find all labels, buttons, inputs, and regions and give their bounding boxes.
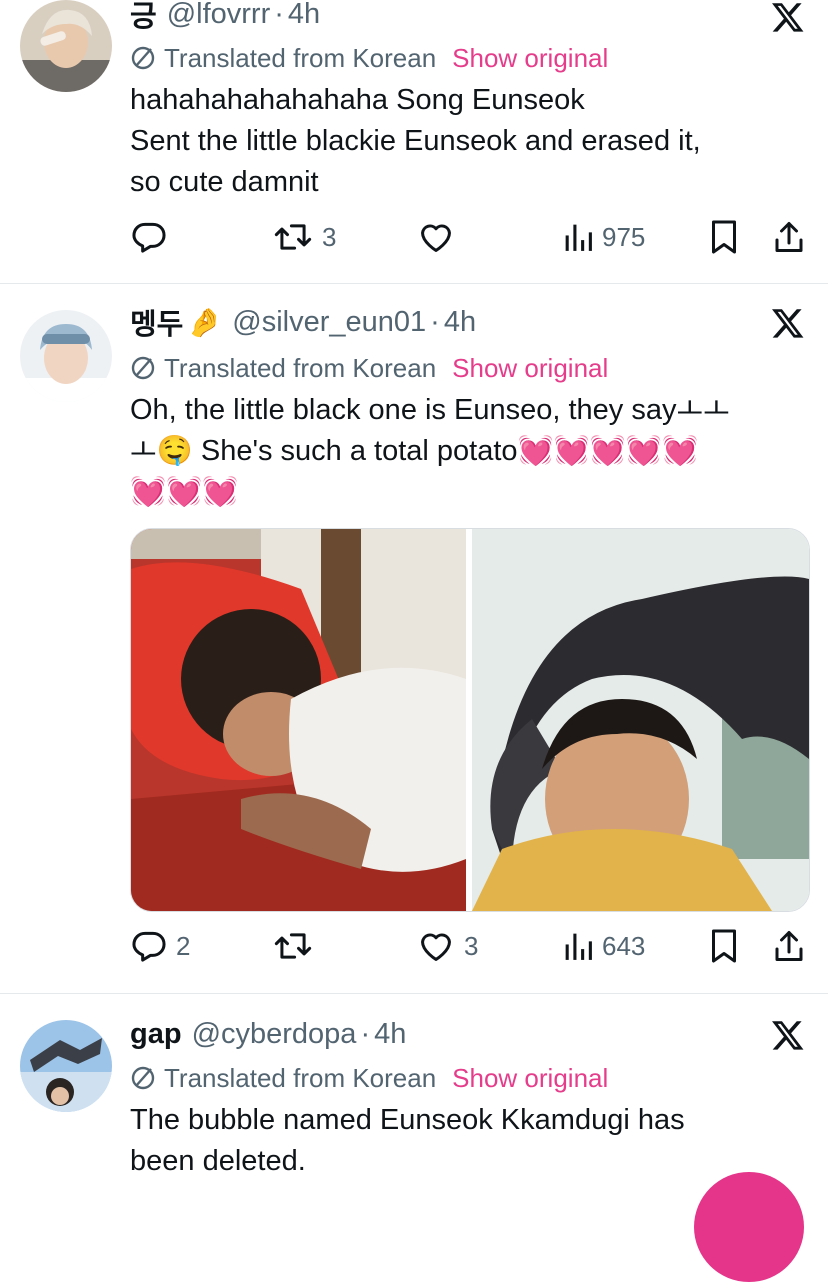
bookmark-button[interactable] [708,924,740,968]
views-button[interactable]: 643 [562,924,645,968]
tweet-text: The bubble named Eunseok Kkamdugi has be… [130,1100,800,1182]
translated-label: Translated from Korean [164,1062,437,1093]
heart-icon [421,224,451,252]
retweet-button[interactable] [272,924,322,968]
separator-dot: · [430,305,440,338]
post-time[interactable]: 4h [288,0,320,31]
avatar[interactable] [20,310,112,402]
action-bar: 2 3 643 [130,924,810,968]
separator-dot: · [360,1017,371,1050]
bookmark-icon [712,929,736,963]
user-handle[interactable]: @cyberdopa [192,1018,357,1051]
user-handle[interactable]: @lfovrrr [167,0,271,31]
child-sleeping-on-red-pillow-photo[interactable] [131,529,466,911]
like-count: 3 [464,930,479,961]
post-time[interactable]: 4h [444,306,476,339]
reply-button[interactable]: 2 [130,924,190,968]
child-in-black-sun-hat-photo[interactable] [472,529,809,911]
reply-count: 2 [176,930,191,961]
tweet-1[interactable]: 긍 @lfovrrr · 4h Translated from Korean S… [0,0,828,282]
heart-icon [421,933,451,961]
avatar[interactable] [20,1020,112,1112]
tweet-text: hahahahahahahaha Song Eunseok Sent the l… [130,80,800,203]
show-original-link[interactable]: Show original [452,43,608,74]
retweet-icon [274,933,312,959]
reply-button[interactable] [130,215,176,259]
view-count: 643 [602,930,646,961]
reply-icon [132,931,166,962]
share-icon [775,222,803,252]
tweet-text-line: The bubble named Eunseok Kkamdugi has [130,1104,685,1136]
display-name[interactable]: 멩두 [130,301,183,343]
compose-fab-button[interactable] [694,1172,804,1282]
translated-label: Translated from Korean [164,352,437,383]
x-logo-icon [772,1021,804,1050]
retweet-icon [274,224,312,250]
share-icon [775,931,803,961]
tweet-text-line: been deleted. [130,1145,306,1177]
display-name[interactable]: 긍 [130,0,157,35]
share-button[interactable] [772,924,806,968]
bookmark-icon [712,220,736,254]
tweet-text: Oh, the little black one is Eunseo, they… [130,390,800,513]
tweet-text-line: ㅗ🤤 She's such a total potato💓💓💓💓💓 [130,435,699,467]
media-grid[interactable] [130,528,810,912]
tweet-text-line: Sent the little blackie Eunseok and eras… [130,125,701,157]
x-logo-icon [772,3,804,32]
views-button[interactable]: 975 [562,215,645,259]
translate-icon [131,356,155,380]
action-bar: 3 975 [130,215,810,259]
retweet-count: 3 [322,221,337,252]
views-icon [565,933,592,960]
translate-icon [131,1066,155,1090]
x-logo-icon [772,309,804,338]
reply-icon [132,222,166,253]
like-button[interactable]: 3 [416,924,478,968]
share-button[interactable] [772,215,806,259]
view-count: 975 [602,221,646,252]
show-original-link[interactable]: Show original [452,353,608,384]
user-handle[interactable]: @silver_eun01 [232,306,426,339]
tweet-text-line: Oh, the little black one is Eunseo, they… [130,394,730,426]
like-button[interactable] [416,215,464,259]
tweet-text-line: so cute damnit [130,166,319,198]
bookmark-button[interactable] [708,215,740,259]
post-time[interactable]: 4h [374,1018,406,1051]
tweet-3[interactable]: gap @cyberdopa · 4h Translated from Kore… [0,994,828,1200]
tweet-text-line: hahahahahahahaha Song Eunseok [130,84,585,116]
retweet-button[interactable]: 3 [272,215,336,259]
avatar[interactable] [20,0,112,92]
translate-icon [131,46,155,70]
separator-dot: · [274,0,284,30]
display-name[interactable]: gap [130,1018,182,1051]
hand-emoji-icon: 🤌 [187,306,223,338]
tweet-text-line: 💓💓💓 [130,476,239,508]
show-original-link[interactable]: Show original [452,1063,608,1094]
views-icon [565,224,592,251]
translated-label: Translated from Korean [164,42,437,73]
